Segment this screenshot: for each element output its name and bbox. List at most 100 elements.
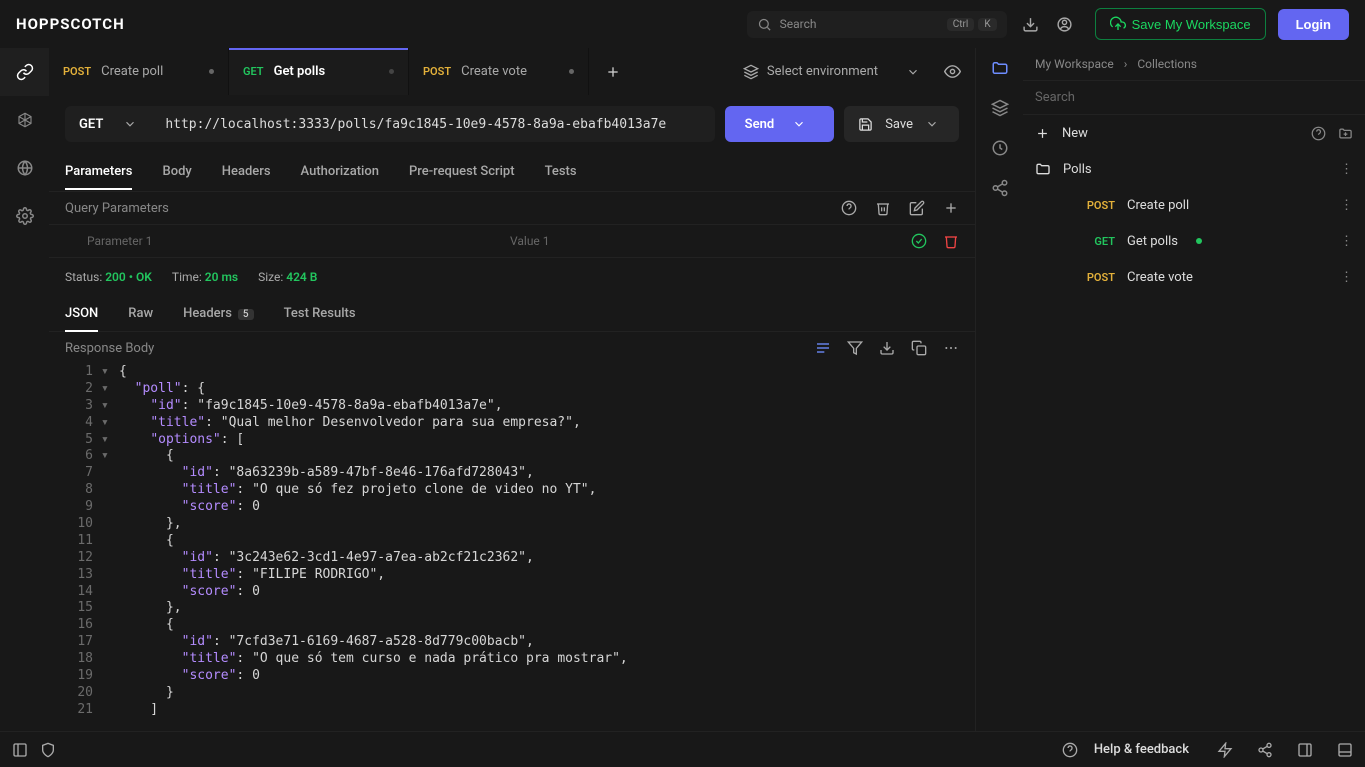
save-request-button[interactable]: Save	[844, 106, 959, 142]
new-label[interactable]: New	[1062, 126, 1088, 141]
method-value: GET	[79, 117, 103, 132]
method-label: POST	[1079, 199, 1115, 212]
cloud-upload-icon	[1110, 16, 1126, 32]
new-tab-button[interactable]	[589, 48, 637, 95]
send-button[interactable]: Send	[725, 106, 835, 142]
param-value-input[interactable]: Value 1	[472, 234, 895, 248]
sidebar-item-create-vote[interactable]: POST Create vote ⋮	[1023, 259, 1365, 295]
environment-select[interactable]: Select environment	[733, 64, 930, 80]
kbd-ctrl: Ctrl	[947, 18, 975, 31]
resptab-raw[interactable]: Raw	[128, 296, 153, 331]
active-dot	[1196, 238, 1202, 244]
realtime-tab[interactable]	[0, 144, 49, 192]
edit-icon[interactable]	[909, 200, 925, 216]
more-icon[interactable]: ⋮	[1340, 162, 1353, 177]
response-json: { "poll": { "id": "fa9c1845-10e9-4578-8a…	[119, 364, 975, 721]
param-key-input[interactable]: Parameter 1	[49, 234, 472, 248]
share-rail[interactable]	[976, 168, 1023, 208]
resptab-headers[interactable]: Headers5	[183, 296, 253, 331]
method-label: GET	[1079, 235, 1115, 248]
tab-create-vote[interactable]: POST Create vote	[409, 48, 589, 95]
sidebar-item-create-poll[interactable]: POST Create poll ⋮	[1023, 187, 1365, 223]
resptab-json[interactable]: JSON	[65, 296, 98, 331]
copy-icon[interactable]	[911, 340, 927, 356]
help-icon[interactable]	[1062, 742, 1078, 758]
panel-bottom-icon[interactable]	[1337, 742, 1353, 758]
plus-icon[interactable]	[943, 200, 959, 216]
help-icon[interactable]	[1311, 126, 1326, 141]
resptab-testresults[interactable]: Test Results	[284, 296, 356, 331]
tab-label: Get polls	[274, 64, 326, 79]
method-label: POST	[1079, 271, 1115, 284]
reqtab-parameters[interactable]: Parameters	[65, 154, 132, 189]
filter-icon[interactable]	[847, 340, 863, 356]
panel-left-icon[interactable]	[12, 742, 28, 758]
save-workspace-label: Save My Workspace	[1132, 17, 1251, 32]
item-label: Get polls	[1127, 234, 1178, 249]
trash-icon[interactable]	[943, 233, 959, 249]
reqtab-prerequest[interactable]: Pre-request Script	[409, 154, 515, 189]
chevron-down-icon	[906, 65, 920, 79]
panel-right-icon[interactable]	[1297, 742, 1313, 758]
reqtab-tests[interactable]: Tests	[545, 154, 577, 189]
method-dropdown[interactable]: GET	[65, 106, 151, 142]
collections-rail[interactable]	[976, 48, 1023, 88]
login-button[interactable]: Login	[1278, 9, 1349, 40]
size-label: Size: 424 B	[258, 270, 317, 284]
save-label: Save	[885, 117, 913, 132]
search-icon	[757, 17, 772, 32]
tab-get-polls[interactable]: GET Get polls	[229, 48, 409, 95]
env-label: Select environment	[767, 64, 878, 79]
trash-icon[interactable]	[875, 200, 891, 216]
more-icon[interactable]: ⋮	[1340, 234, 1353, 249]
user-icon[interactable]	[1055, 14, 1075, 34]
fold-column: ▾▾ ▾▾ ▾ ▾	[101, 364, 119, 721]
environments-rail[interactable]	[976, 88, 1023, 128]
check-icon[interactable]	[911, 233, 927, 249]
share-icon[interactable]	[1257, 742, 1273, 758]
wrap-icon[interactable]	[815, 340, 831, 356]
import-icon[interactable]	[1338, 126, 1353, 141]
kbd-k: K	[978, 18, 996, 31]
help-icon[interactable]	[841, 200, 857, 216]
reqtab-authorization[interactable]: Authorization	[301, 154, 379, 189]
help-label[interactable]: Help & feedback	[1094, 742, 1189, 757]
shield-icon[interactable]	[40, 742, 56, 758]
sidebar-item-get-polls[interactable]: GET Get polls ⋮	[1023, 223, 1365, 259]
folder-label[interactable]: Polls	[1063, 162, 1092, 177]
graphql-tab[interactable]	[0, 96, 49, 144]
tab-create-poll[interactable]: POST Create poll	[49, 48, 229, 95]
method-label: POST	[423, 65, 451, 78]
sidebar-search[interactable]: Search	[1023, 80, 1365, 115]
rest-tab[interactable]	[0, 48, 49, 96]
reqtab-body[interactable]: Body	[162, 154, 191, 189]
global-search[interactable]: Search Ctrl K	[747, 11, 1007, 38]
query-params-title: Query Parameters	[65, 201, 169, 216]
reqtab-headers[interactable]: Headers	[222, 154, 271, 189]
time-label: Time: 20 ms	[172, 270, 238, 284]
settings-tab[interactable]	[0, 192, 49, 240]
breadcrumb-collections[interactable]: Collections	[1137, 57, 1197, 71]
more-icon[interactable]: ⋮	[1340, 198, 1353, 213]
chevron-down-icon	[123, 117, 137, 131]
send-label: Send	[745, 117, 775, 132]
history-rail[interactable]	[976, 128, 1023, 168]
tab-label: Create vote	[461, 64, 527, 79]
download-icon[interactable]	[1021, 14, 1041, 34]
app-logo: HOPPSCOTCH	[16, 15, 125, 33]
unsaved-dot	[209, 69, 214, 74]
save-workspace-button[interactable]: Save My Workspace	[1095, 8, 1266, 40]
chevron-down-icon	[792, 117, 806, 131]
download-icon[interactable]	[879, 340, 895, 356]
method-label: GET	[243, 65, 264, 78]
more-icon[interactable]: ⋮	[1340, 270, 1353, 285]
tab-label: Create poll	[101, 64, 163, 79]
url-input[interactable]: http://localhost:3333/polls/fa9c1845-10e…	[151, 106, 714, 142]
plus-icon[interactable]	[1035, 126, 1050, 141]
zap-icon[interactable]	[1217, 742, 1233, 758]
chevron-down-icon	[925, 117, 939, 131]
search-placeholder: Search	[780, 17, 943, 31]
breadcrumb-workspace[interactable]: My Workspace	[1035, 57, 1114, 71]
more-icon[interactable]	[943, 340, 959, 356]
eye-icon[interactable]	[944, 63, 961, 80]
